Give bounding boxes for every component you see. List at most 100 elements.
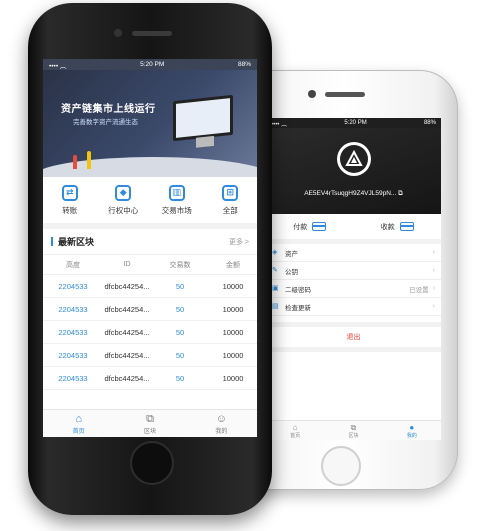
- tab-mine[interactable]: ● 我的: [383, 421, 441, 440]
- block-height[interactable]: 2204533: [47, 282, 99, 291]
- tx-count: 50: [175, 373, 185, 383]
- status-bar: •••• ︵ 5:20 PM 88%: [266, 118, 441, 128]
- menu-label: 资产: [285, 250, 298, 258]
- quick-label: 行权中心: [108, 205, 139, 215]
- tab-label: 区块: [348, 432, 359, 439]
- signal-icon: •••• ︵: [271, 121, 288, 128]
- tab-mine[interactable]: ☺ 我的: [186, 410, 257, 437]
- column-id: ID: [123, 261, 131, 268]
- status-time: 5:20 PM: [344, 120, 367, 126]
- menu-label: 检查更新: [285, 304, 311, 312]
- blocks-icon: ⧉: [350, 422, 357, 432]
- block-id: dfcbc44254...: [104, 350, 150, 360]
- quick-exercise-center[interactable]: ◆ 行权中心: [97, 177, 151, 223]
- promo-banner[interactable]: 资产链集市上线运行 完善数字资产流通生态: [43, 70, 257, 177]
- signal-icon: •••• ︵: [49, 62, 67, 70]
- quick-label: 交易市场: [161, 205, 192, 215]
- camera: [114, 29, 122, 37]
- menu-item-public-key[interactable]: ✎ 公钥 ›: [266, 262, 441, 280]
- pay-button[interactable]: 付款: [266, 214, 354, 239]
- logout-button[interactable]: 退出: [266, 322, 441, 352]
- speaker: [132, 31, 172, 36]
- table-row[interactable]: 2204533 dfcbc44254... 50 10000: [43, 367, 257, 390]
- tab-home[interactable]: ⌂ 首页: [266, 421, 324, 440]
- status-bar: •••• ︵ 5:20 PM 88%: [43, 59, 257, 70]
- chevron-right-icon: ›: [432, 303, 435, 310]
- tx-count: 50: [175, 327, 185, 337]
- profile-header: AE5EV4rTsuqgH9Z4VJL59pN... ⧉: [266, 128, 441, 214]
- user-icon: ●: [409, 422, 415, 432]
- blocks-icon: ⧉: [146, 412, 154, 425]
- home-screen: •••• ︵ 5:20 PM 88% 资产链集市上线运行 完善数字资产流通生态 …: [43, 59, 257, 437]
- logo-icon: [340, 145, 368, 173]
- grid-icon: ⊞: [222, 184, 239, 201]
- block-height[interactable]: 2204533: [47, 351, 99, 360]
- block-height[interactable]: 2204533: [47, 328, 99, 337]
- column-amount: 金额: [226, 261, 240, 269]
- card-icon: [399, 222, 414, 231]
- chevron-right-icon: ›: [432, 249, 435, 256]
- tx-count: 50: [175, 350, 185, 360]
- block-id: dfcbc44254...: [104, 281, 150, 291]
- menu-item-check-update[interactable]: ▤ 检查更新 ›: [266, 298, 441, 316]
- home-button[interactable]: [321, 446, 361, 486]
- amount: 10000: [222, 281, 244, 291]
- menu-label: 二级密码: [285, 286, 311, 294]
- tab-blocks[interactable]: ⧉ 区块: [324, 421, 382, 440]
- amount: 10000: [222, 304, 244, 314]
- key-icon: ✎: [272, 266, 278, 274]
- menu-value: 已设置: [409, 286, 429, 294]
- tab-label: 我的: [215, 428, 228, 435]
- transfer-icon: ⇄: [61, 184, 78, 201]
- table-row[interactable]: 2204533 dfcbc44254... 50 10000: [43, 344, 257, 367]
- tab-label: 我的: [406, 432, 417, 439]
- quick-all[interactable]: ⊞ 全部: [204, 177, 258, 223]
- tab-blocks[interactable]: ⧉ 区块: [114, 410, 185, 437]
- amount: 10000: [222, 350, 244, 360]
- home-button[interactable]: [130, 441, 174, 485]
- table-row[interactable]: 2204533 dfcbc44254... 50 10000: [43, 321, 257, 344]
- block-id: dfcbc44254...: [104, 373, 150, 383]
- market-icon: ▥: [168, 184, 185, 201]
- section-title: 最新区块: [58, 237, 95, 247]
- wallet-address[interactable]: AE5EV4rTsuqgH9Z4VJL59pN... ⧉: [266, 190, 441, 198]
- amount: 10000: [222, 327, 244, 337]
- card-icon: [312, 222, 327, 231]
- monitor-illustration: [173, 94, 233, 142]
- rocket-illustration: [87, 151, 91, 169]
- receive-button[interactable]: 收款: [354, 214, 442, 239]
- settings-list: ◈ 资产 › ✎ 公钥 › ▣ 二级密码 已设置 › ▤ 检查更新 ›: [266, 244, 441, 316]
- avatar: [337, 142, 371, 176]
- home-icon: ⌂: [292, 422, 298, 432]
- column-tx-count: 交易数: [169, 261, 191, 269]
- tab-bar: ⌂ 首页 ⧉ 区块 ● 我的: [266, 420, 441, 440]
- column-height: 高度: [66, 261, 80, 269]
- tab-label: 首页: [290, 432, 301, 439]
- camera: [308, 90, 316, 98]
- banner-title: 资产链集市上线运行: [61, 104, 156, 115]
- shield-icon: ◆: [115, 184, 132, 201]
- block-height[interactable]: 2204533: [47, 305, 99, 314]
- update-icon: ▤: [272, 302, 279, 310]
- menu-item-password[interactable]: ▣ 二级密码 已设置 ›: [266, 280, 441, 298]
- table-header: 高度 ID 交易数 金额: [43, 255, 257, 275]
- menu-label: 公钥: [285, 268, 298, 276]
- quick-label: 全部: [222, 205, 238, 215]
- chevron-right-icon: ›: [432, 285, 435, 292]
- menu-item-assets[interactable]: ◈ 资产 ›: [266, 244, 441, 262]
- table-row[interactable]: 2204533 dfcbc44254... 50 10000: [43, 298, 257, 321]
- receive-label: 收款: [380, 223, 395, 231]
- quick-market[interactable]: ▥ 交易市场: [150, 177, 204, 223]
- tab-home[interactable]: ⌂ 首页: [43, 410, 114, 437]
- table-row[interactable]: 2204533 dfcbc44254... 50 10000: [43, 275, 257, 298]
- quick-transfer[interactable]: ⇄ 转账: [43, 177, 97, 223]
- block-height[interactable]: 2204533: [47, 374, 99, 383]
- user-icon: ☺: [215, 412, 227, 425]
- more-link[interactable]: 更多 >: [229, 237, 249, 247]
- tx-count: 50: [175, 304, 185, 314]
- home-icon: ⌂: [75, 412, 82, 425]
- tab-bar: ⌂ 首页 ⧉ 区块 ☺ 我的: [43, 409, 257, 437]
- chevron-right-icon: ›: [432, 267, 435, 274]
- pay-receive-bar: 付款 收款: [266, 214, 441, 244]
- amount: 10000: [222, 373, 244, 383]
